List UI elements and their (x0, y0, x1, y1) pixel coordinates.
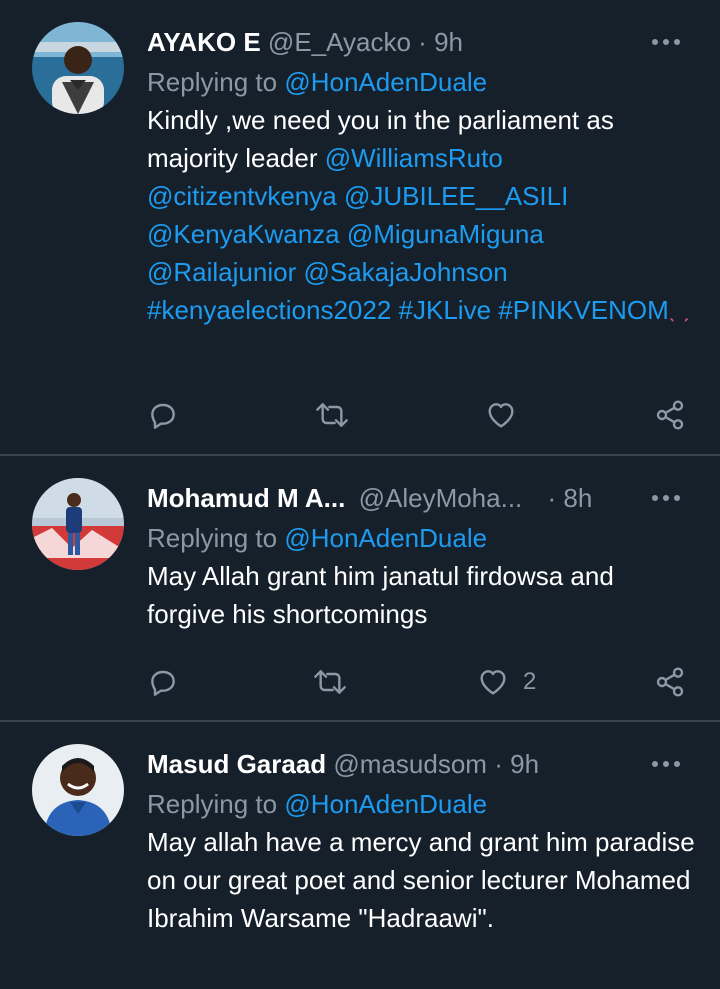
avatar[interactable] (32, 478, 124, 570)
timestamp[interactable]: 9h (510, 749, 539, 779)
retweet-icon (316, 403, 348, 427)
reply-icon (151, 670, 175, 696)
user-handle[interactable]: @E_Ayacko (268, 27, 411, 57)
hashtag-jklive[interactable]: #JKLive (399, 295, 492, 325)
timestamp[interactable]: 9h (434, 27, 463, 57)
tweet-1[interactable]: AYAKO E @E_Ayacko · 9h Replying to @HonA… (0, 0, 720, 456)
timestamp[interactable]: 8h (563, 483, 592, 513)
replying-to-mention[interactable]: @HonAdenDuale (284, 67, 487, 97)
more-dots-icon[interactable] (648, 746, 684, 782)
reply-icon (151, 403, 175, 429)
reply-button[interactable] (147, 390, 179, 440)
like-button[interactable]: 2 (477, 657, 536, 707)
retweet-button[interactable] (314, 390, 350, 440)
display-name[interactable]: Mohamud M A... (147, 483, 345, 513)
avatar[interactable] (32, 744, 124, 836)
retweet-icon (314, 670, 346, 694)
user-handle[interactable]: @masudsom (333, 749, 487, 779)
mention-jubilee-asili[interactable]: @JUBILEE__ASILI (344, 181, 568, 211)
replying-label: Replying to (147, 67, 278, 97)
replying-to-mention[interactable]: @HonAdenDuale (284, 523, 487, 553)
share-button[interactable] (654, 390, 686, 440)
separator-dot: · (418, 27, 427, 57)
separator-dot: · (547, 483, 557, 513)
tweet-actions (0, 390, 720, 440)
replying-label: Replying to (147, 789, 278, 819)
mention-migunamiguna[interactable]: @MigunaMiguna (347, 219, 544, 249)
heart-icon (480, 670, 506, 695)
replying-to-mention[interactable]: @HonAdenDuale (284, 789, 487, 819)
replying-to-line: Replying to @HonAdenDuale (147, 785, 696, 823)
avatar-image (32, 744, 124, 836)
mention-sakajajohnson[interactable]: @SakajaJohnson (303, 257, 507, 287)
share-icon (656, 667, 684, 697)
retweet-button[interactable] (312, 657, 348, 707)
emoji: ˎ ˏ (668, 297, 690, 322)
mention-citizentvkenya[interactable]: @citizentvkenya (147, 181, 337, 211)
heart-icon (488, 403, 514, 428)
avatar[interactable] (32, 22, 124, 114)
replying-to-line: Replying to @HonAdenDuale (147, 519, 696, 557)
display-name[interactable]: Masud Garaad (147, 749, 326, 779)
mention-railajunior[interactable]: @Railajunior (147, 257, 296, 287)
user-handle[interactable]: @AleyMoha... (359, 483, 523, 513)
avatar-image (32, 478, 124, 570)
tweet-text: Kindly ,we need you in the parliament as… (147, 101, 696, 329)
tweet-3[interactable]: Masud Garaad @masudsom · 9h Replying to … (0, 722, 720, 989)
hashtag-pinkvenom[interactable]: #PINKVENOM (498, 295, 669, 325)
share-icon (656, 400, 684, 430)
tweet-header: Mohamud M A... @AleyMoha... · 8h (147, 480, 696, 516)
more-dots-icon[interactable] (648, 480, 684, 516)
hashtag-kenyaelections2022[interactable]: #kenyaelections2022 (147, 295, 391, 325)
separator-dot: · (494, 749, 503, 779)
mention-kenyakwanza[interactable]: @KenyaKwanza (147, 219, 340, 249)
like-button[interactable] (485, 390, 531, 440)
tweet-header: Masud Garaad @masudsom · 9h (147, 746, 696, 782)
tweet-text: May Allah grant him janatul firdowsa and… (147, 561, 614, 629)
tweet-header: AYAKO E @E_Ayacko · 9h (147, 24, 696, 60)
tweet-2[interactable]: Mohamud M A... @AleyMoha... · 8h Replyin… (0, 456, 720, 722)
replying-to-line: Replying to @HonAdenDuale (147, 63, 696, 101)
replying-label: Replying to (147, 523, 278, 553)
display-name[interactable]: AYAKO E (147, 27, 261, 57)
more-dots-icon[interactable] (648, 24, 684, 60)
share-button[interactable] (654, 657, 686, 707)
mention-williamsruto[interactable]: @WilliamsRuto (325, 143, 503, 173)
like-count: 2 (523, 668, 537, 695)
tweet-text: May allah have a mercy and grant him par… (147, 827, 695, 933)
tweet-actions: 2 (0, 657, 720, 707)
avatar-image (32, 22, 124, 114)
reply-button[interactable] (147, 657, 179, 707)
